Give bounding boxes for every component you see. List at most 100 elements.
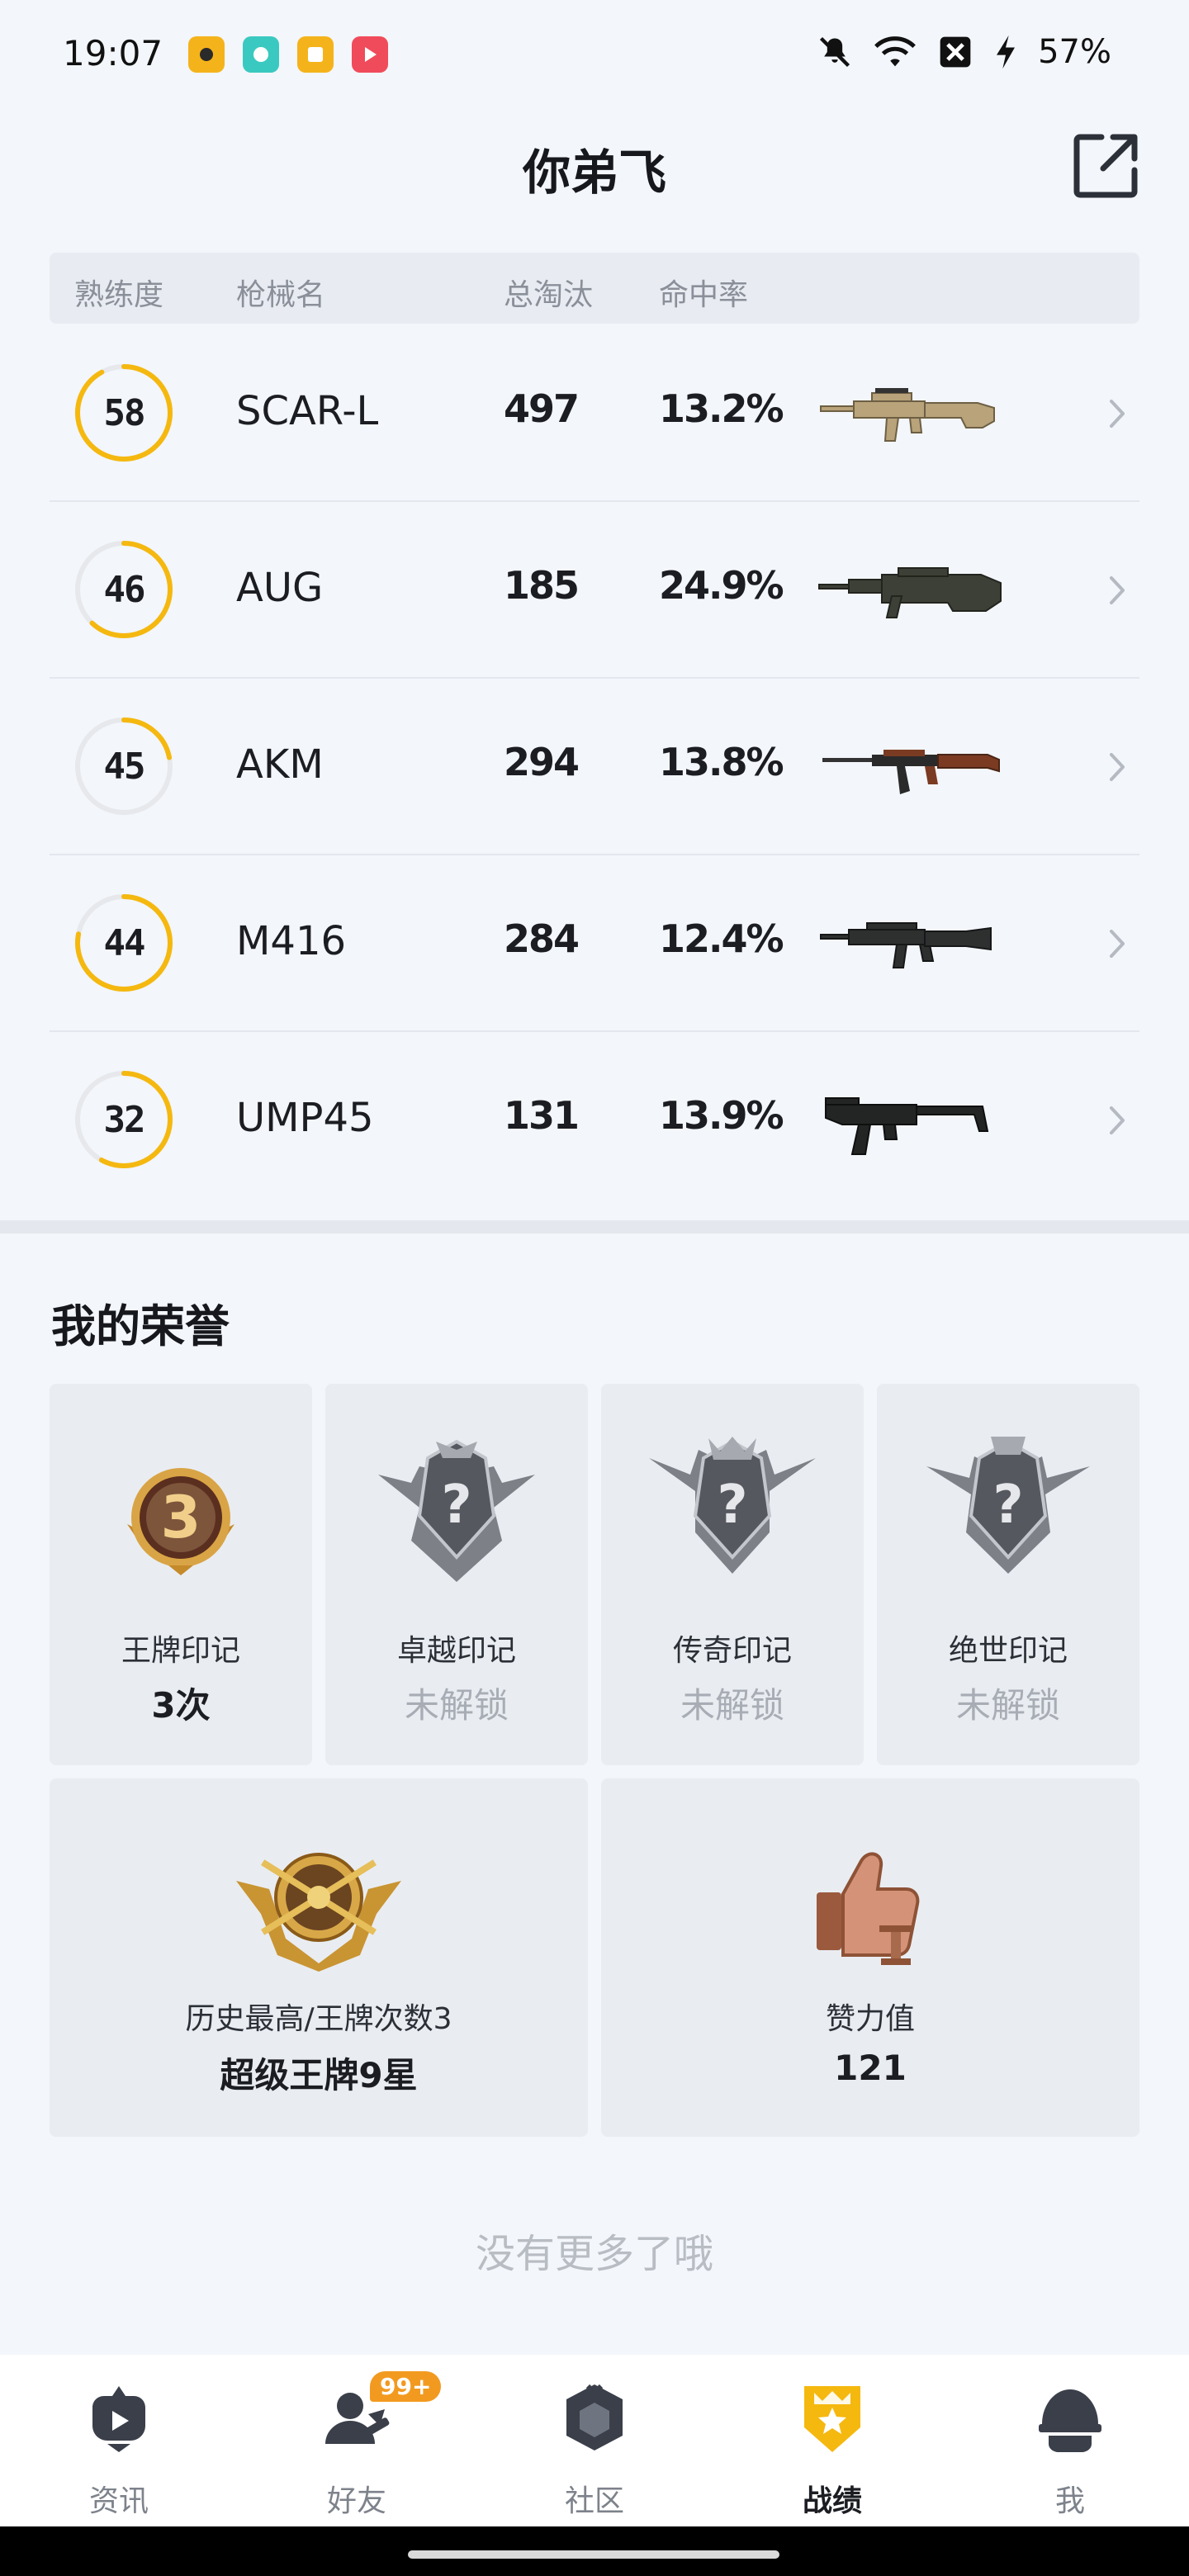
app-icon-1 [188, 36, 225, 73]
ump45-smg-image [825, 1097, 989, 1155]
share-icon [1073, 134, 1138, 198]
svg-text:?: ? [717, 1475, 747, 1536]
m416-rifle-image [820, 922, 992, 968]
gun-name: AKM [236, 741, 324, 788]
app-icon-4 [352, 36, 388, 73]
honor-card-legend[interactable]: ? 传奇印记 未解锁 [601, 1384, 864, 1765]
chevron-right-icon [1110, 1106, 1125, 1134]
record-icon [804, 2386, 860, 2452]
section-divider [0, 1220, 1189, 1234]
mastery-ring: 44 [73, 892, 175, 994]
gun-kills: 497 [504, 386, 580, 431]
gun-name: M416 [236, 918, 347, 964]
mastery-value: 46 [103, 568, 146, 611]
honor-label: 历史最高/王牌次数3 [185, 2002, 452, 2036]
no-more-text: 没有更多了哦 [475, 2231, 713, 2277]
locked-emblem-icon: ? [926, 1437, 1090, 1574]
charging-icon [997, 35, 1016, 69]
nav-profile[interactable]: 我 [951, 2371, 1189, 2520]
aug-rifle-image [818, 567, 1002, 618]
nav-label: 战绩 [802, 2484, 862, 2518]
header-mastery: 熟练度 [74, 278, 164, 312]
nav-label: 好友 [326, 2484, 386, 2518]
honor-value: 超级王牌9星 [220, 2055, 418, 2095]
weapon-row[interactable]: 32 UMP45 131 13.9% [50, 1032, 1139, 1209]
honor-card-excellence[interactable]: ? 卓越印记 未解锁 [325, 1384, 588, 1765]
community-icon [566, 2384, 623, 2451]
honor-label: 绝世印记 [948, 1634, 1068, 1668]
gun-kills: 294 [504, 740, 580, 784]
header-kills: 总淘汰 [504, 278, 594, 312]
honor-value: 121 [834, 2048, 907, 2088]
honor-card-ace[interactable]: 3 王牌印记 3次 [50, 1384, 312, 1765]
gun-kills: 185 [504, 563, 580, 608]
gun-hit-rate: 13.2% [659, 386, 784, 431]
weapon-row[interactable]: 46 AUG 185 24.9% [50, 502, 1139, 679]
rank-emblem-icon [236, 1853, 401, 1972]
page-title: 你弟飞 [522, 144, 666, 201]
mastery-ring: 32 [73, 1068, 175, 1171]
nav-record[interactable]: 战绩 [713, 2371, 951, 2520]
locked-emblem-icon: ? [649, 1437, 816, 1574]
honor-card-likes[interactable]: 赞力值 121 [601, 1778, 1139, 2137]
share-button[interactable] [1067, 125, 1146, 205]
scar-l-rifle-image [820, 388, 995, 442]
honor-label: 传奇印记 [672, 1634, 792, 1668]
header: 你弟飞 [0, 116, 1189, 215]
honor-label: 王牌印记 [121, 1634, 240, 1668]
nav-label: 社区 [564, 2484, 624, 2518]
honor-value: 未解锁 [404, 1685, 509, 1726]
status-time: 19:07 [63, 33, 163, 73]
weapon-row[interactable]: 45 AKM 294 13.8% [50, 679, 1139, 855]
chevron-right-icon [1110, 576, 1125, 604]
news-icon [92, 2386, 145, 2452]
bottom-nav: 资讯 99+ 好友 社区 战绩 我 [0, 2355, 1189, 2526]
chevron-right-icon [1110, 753, 1125, 781]
honor-value: 未解锁 [680, 1685, 784, 1726]
weapon-row[interactable]: 58 SCAR-L 497 13.2% [50, 325, 1139, 502]
status-right: 57% [817, 33, 1111, 71]
app-icon-3 [297, 36, 334, 73]
nav-friends[interactable]: 99+ 好友 [238, 2371, 476, 2520]
mastery-value: 44 [103, 921, 146, 964]
weapon-table-header: 熟练度 枪械名 总淘汰 命中率 [50, 253, 1139, 324]
honor-label: 卓越印记 [396, 1634, 516, 1668]
gun-name: UMP45 [236, 1095, 374, 1141]
honors-title: 我的荣誉 [51, 1300, 230, 1352]
nav-news[interactable]: 资讯 [0, 2371, 238, 2520]
sim-off-icon [940, 36, 971, 68]
mastery-ring: 46 [73, 538, 175, 641]
wifi-icon [874, 36, 917, 67]
honor-value: 未解锁 [955, 1685, 1060, 1726]
honor-card-peerless[interactable]: ? 绝世印记 未解锁 [877, 1384, 1139, 1765]
chevron-right-icon [1110, 400, 1125, 428]
mastery-ring: 45 [73, 715, 175, 817]
mastery-value: 32 [103, 1098, 146, 1141]
gun-hit-rate: 13.8% [659, 740, 784, 784]
gun-hit-rate: 13.9% [659, 1093, 784, 1138]
locked-emblem-icon: ? [378, 1439, 535, 1582]
friends-badge: 99+ [370, 2371, 442, 2402]
svg-text:?: ? [441, 1475, 471, 1536]
gesture-handle[interactable] [408, 2550, 779, 2559]
gun-kills: 131 [504, 1093, 580, 1138]
honor-label: 赞力值 [825, 2002, 915, 2036]
gun-hit-rate: 24.9% [659, 563, 784, 608]
battery-percent: 57% [1038, 33, 1111, 71]
honor-card-highest-rank[interactable]: 历史最高/王牌次数3 超级王牌9星 [50, 1778, 588, 2137]
svg-text:?: ? [992, 1475, 1023, 1536]
akm-rifle-image [822, 750, 1000, 794]
chevron-right-icon [1110, 930, 1125, 958]
gun-hit-rate: 12.4% [659, 916, 784, 961]
gun-kills: 284 [504, 916, 580, 961]
gun-name: SCAR-L [236, 388, 379, 434]
page: 19:07 57% 你弟飞 熟练度 枪械名 总淘汰 命中率 58 SCAR-L … [0, 0, 1189, 2576]
svg-text:3: 3 [161, 1484, 201, 1551]
thumbs-up-icon [817, 1852, 920, 1965]
profile-helmet-icon [1039, 2389, 1101, 2452]
status-bar: 19:07 57% [0, 0, 1189, 106]
weapon-row[interactable]: 44 M416 284 12.4% [50, 855, 1139, 1032]
header-gun-name: 枪械名 [236, 278, 326, 312]
nav-community[interactable]: 社区 [476, 2371, 713, 2520]
nav-label: 我 [1054, 2484, 1085, 2518]
